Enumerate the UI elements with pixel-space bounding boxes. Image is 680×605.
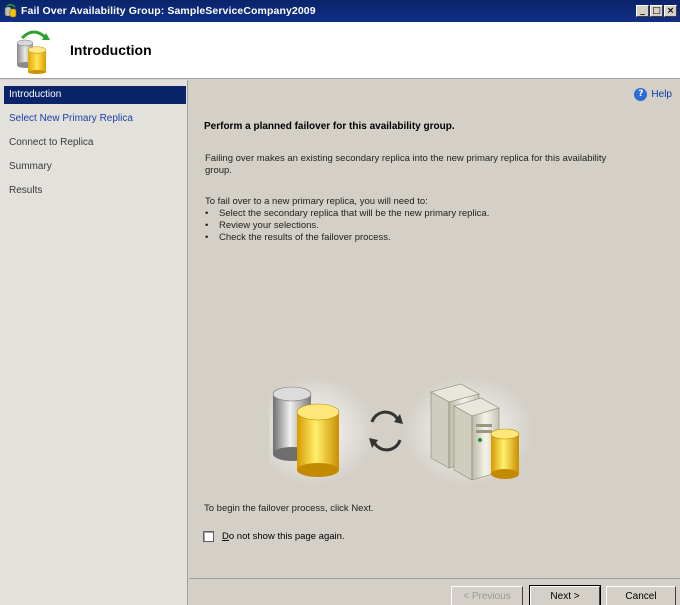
title-bar[interactable]: Fail Over Availability Group: SampleServ… — [0, 0, 680, 22]
steps-intro: To fail over to a new primary replica, y… — [205, 196, 428, 207]
close-button[interactable]: × — [664, 5, 677, 17]
steps-list: Select the secondary replica that will b… — [205, 208, 489, 244]
database-sync-icon — [14, 28, 54, 77]
window-title: Fail Over Availability Group: SampleServ… — [21, 5, 316, 17]
content-panel: ? Help Perform a planned failover for th… — [189, 80, 680, 578]
description-text: Failing over makes an existing secondary… — [205, 153, 665, 177]
description-line-2: group. — [205, 165, 232, 176]
next-button[interactable]: Next > — [529, 585, 601, 605]
begin-instruction: To begin the failover process, click Nex… — [204, 503, 374, 514]
sidebar-item-connect-to-replica: Connect to Replica — [9, 137, 94, 148]
intro-heading: Perform a planned failover for this avai… — [204, 121, 455, 132]
page-title: Introduction — [70, 42, 152, 58]
sidebar-item-summary: Summary — [9, 161, 52, 172]
dont-show-again-row[interactable]: Do not show this page again. — [203, 531, 345, 542]
dont-show-again-label[interactable]: Do not show this page again. — [222, 531, 345, 542]
maximize-button[interactable]: □ — [650, 5, 663, 17]
minimize-button[interactable]: _ — [636, 5, 649, 17]
list-item: Check the results of the failover proces… — [205, 232, 489, 244]
list-item: Review your selections. — [205, 220, 489, 232]
wizard-footer: < Previous Next > Cancel — [189, 578, 680, 605]
help-label: Help — [651, 89, 672, 100]
list-item: Select the secondary replica that will b… — [205, 208, 489, 220]
page-header: Introduction — [0, 22, 680, 79]
failover-illustration — [254, 376, 549, 489]
availability-group-icon — [4, 4, 18, 18]
cancel-button[interactable]: Cancel — [606, 586, 676, 605]
previous-button[interactable]: < Previous — [451, 586, 523, 605]
sidebar-item-select-new-primary-replica[interactable]: Select New Primary Replica — [4, 110, 186, 128]
sidebar-item-results: Results — [9, 185, 43, 196]
dont-show-again-checkbox[interactable] — [203, 531, 214, 542]
sidebar-item-introduction[interactable]: Introduction — [4, 86, 186, 104]
description-line-1: Failing over makes an existing secondary… — [205, 153, 607, 164]
help-link[interactable]: ? Help — [634, 88, 672, 101]
help-icon: ? — [634, 88, 648, 101]
sidebar: Introduction Select New Primary Replica … — [0, 80, 188, 605]
